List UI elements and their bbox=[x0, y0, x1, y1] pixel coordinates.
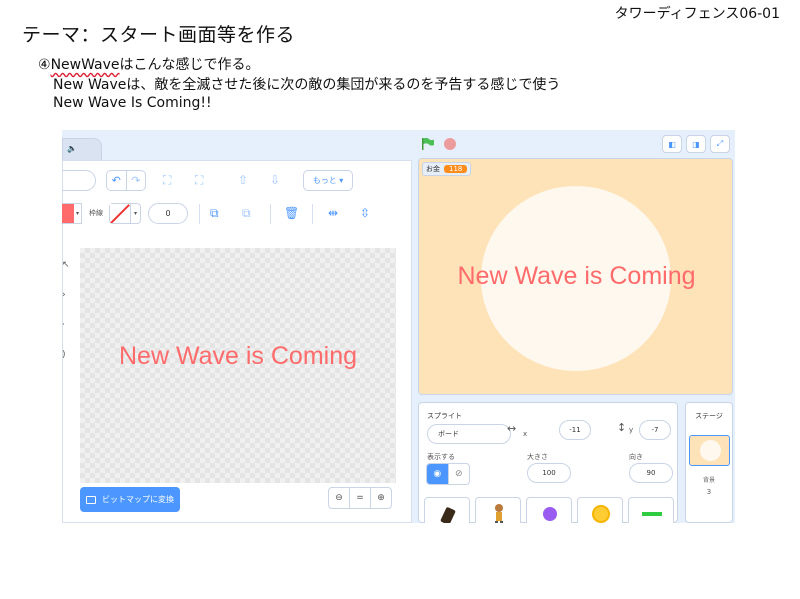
sprite-name-input[interactable]: ボード bbox=[427, 424, 511, 444]
example-line: New Wave Is Coming!! bbox=[53, 95, 212, 111]
reshape-tool-icon[interactable]: ↖ bbox=[62, 260, 72, 290]
outline-color-picker[interactable]: ▾ bbox=[109, 203, 141, 224]
page-title: テーマ：スタート画面等を作る bbox=[22, 24, 296, 46]
sprite-label: スプライト bbox=[427, 412, 462, 420]
fill-color-picker[interactable]: ▾ bbox=[62, 203, 82, 224]
sun-icon bbox=[592, 505, 610, 523]
size-input[interactable]: 100 bbox=[527, 463, 571, 483]
sprite-thumb[interactable] bbox=[424, 497, 470, 523]
direction-label: 向き bbox=[629, 453, 643, 461]
tool-palette: ↖ › · ) bbox=[62, 260, 72, 380]
undo-icon[interactable]: ↶ bbox=[107, 171, 126, 190]
stage-selector-panel[interactable]: ステージ 背景 3 bbox=[685, 402, 733, 523]
sprite-thumb[interactable] bbox=[577, 497, 623, 523]
editor-tabstrip: 🔈 bbox=[62, 130, 412, 160]
stage-view-controls: ◧ ◨ ⤢ bbox=[662, 135, 730, 153]
zoom-in-icon[interactable]: ⊕ bbox=[370, 488, 391, 508]
sprite-thumb[interactable] bbox=[628, 497, 674, 523]
cannon-icon bbox=[440, 507, 456, 523]
costume-name-input[interactable] bbox=[62, 170, 96, 191]
paint-canvas[interactable]: New Wave is Coming bbox=[80, 248, 396, 483]
show-label: 表示する bbox=[427, 453, 455, 461]
stage-text: New Wave is Coming bbox=[457, 262, 696, 290]
x-input[interactable]: -11 bbox=[559, 420, 591, 440]
visibility-toggle: ◉ ⊘ bbox=[426, 463, 470, 485]
scratch-screenshot: 🔈 ↶ ↷ ⛶ ⛶ ⇧ ⇩ もっと ▾ ▾ 枠線 ▾ 0 ⧉ ⧉ 🗑 ⇹ ⇳ ↖… bbox=[62, 130, 735, 523]
bitmap-button-label: ビットマップに変換 bbox=[102, 495, 174, 504]
eye-icon[interactable]: ◉ bbox=[427, 464, 448, 484]
backdrop-label: 背景 bbox=[702, 477, 715, 484]
variable-name: お金 bbox=[426, 165, 440, 173]
more-button[interactable]: もっと ▾ bbox=[303, 170, 353, 191]
green-bar-icon bbox=[642, 512, 662, 516]
step-line: ④NewWaveはこんな感じで作る。 bbox=[38, 54, 260, 74]
step-text: はこんな感じで作る。 bbox=[119, 57, 260, 73]
zoom-controls: ⊖ = ⊕ bbox=[328, 487, 392, 509]
flip-vertical-icon[interactable]: ⇳ bbox=[360, 206, 370, 220]
sprite-list bbox=[424, 497, 679, 523]
stop-icon[interactable] bbox=[444, 138, 456, 150]
delete-icon[interactable]: 🗑 bbox=[284, 206, 299, 220]
fullscreen-icon[interactable]: ⤢ bbox=[710, 135, 730, 153]
description-line: New Waveは、敵を全滅させた後に次の敵の集団が来るのを予告する感じで使う bbox=[53, 77, 561, 93]
direction-input[interactable]: 90 bbox=[629, 463, 673, 483]
green-flag-icon[interactable] bbox=[421, 137, 435, 151]
y-label: y bbox=[629, 426, 634, 434]
canvas-text: New Wave is Coming bbox=[118, 342, 358, 370]
ungroup-icon[interactable]: ⛶ bbox=[195, 173, 203, 188]
zoom-out-icon[interactable]: ⊖ bbox=[329, 488, 349, 508]
stage[interactable]: お金 118 New Wave is Coming bbox=[418, 158, 733, 395]
redo-icon[interactable]: ↷ bbox=[125, 171, 146, 190]
outline-width-input[interactable]: 0 bbox=[148, 203, 188, 224]
paste-icon[interactable]: ⧉ bbox=[242, 206, 251, 221]
undo-redo-group: ↶ ↷ bbox=[106, 170, 146, 191]
chevron-down-icon: ▾ bbox=[130, 204, 140, 223]
zoom-reset-icon[interactable]: = bbox=[349, 488, 370, 508]
backward-icon[interactable]: ⇩ bbox=[270, 173, 280, 187]
step-keyword: NewWave bbox=[50, 57, 120, 73]
variable-value: 118 bbox=[444, 165, 468, 173]
more-label: もっと bbox=[312, 176, 337, 185]
group-icon[interactable]: ⛶ bbox=[163, 173, 171, 188]
x-arrows-icon: ↔ bbox=[507, 422, 517, 435]
tab-sounds[interactable]: 🔈 bbox=[62, 138, 102, 160]
normal-stage-icon[interactable]: ◨ bbox=[686, 135, 706, 153]
circle-tool-icon[interactable]: ) bbox=[62, 350, 72, 380]
image-icon bbox=[86, 495, 96, 504]
eye-hidden-icon[interactable]: ⊘ bbox=[447, 464, 470, 484]
x-label: x bbox=[523, 430, 528, 438]
convert-to-bitmap-button[interactable]: ビットマップに変換 bbox=[80, 487, 180, 512]
sprite-thumb[interactable] bbox=[475, 497, 521, 523]
stage-panel-title: ステージ bbox=[695, 412, 723, 420]
fill-tool-icon[interactable]: · bbox=[62, 320, 72, 350]
document-id: タワーディフェンス06-01 bbox=[614, 6, 780, 22]
brush-tool-icon[interactable]: › bbox=[62, 290, 72, 320]
chevron-down-icon: ▾ bbox=[75, 210, 79, 217]
outline-label: 枠線 bbox=[89, 209, 103, 217]
small-stage-icon[interactable]: ◧ bbox=[662, 135, 682, 153]
paint-toolbar-style: ▾ 枠線 ▾ 0 ⧉ ⧉ 🗑 ⇹ ⇳ bbox=[62, 202, 402, 226]
paint-toolbar-top: ↶ ↷ ⛶ ⛶ ⇧ ⇩ もっと ▾ bbox=[62, 170, 402, 192]
speaker-icon: 🔈 bbox=[67, 144, 77, 153]
variable-monitor: お金 118 bbox=[422, 162, 472, 176]
size-label: 大きさ bbox=[527, 453, 548, 461]
flip-horizontal-icon[interactable]: ⇹ bbox=[328, 206, 338, 220]
stage-thumbnail[interactable] bbox=[689, 435, 730, 466]
y-arrows-icon: ↕ bbox=[617, 421, 627, 434]
forward-icon[interactable]: ⇧ bbox=[238, 173, 248, 187]
character-icon bbox=[495, 504, 503, 523]
step-number: ④ bbox=[38, 57, 51, 73]
backdrop-count: 3 bbox=[706, 488, 712, 496]
copy-icon[interactable]: ⧉ bbox=[210, 206, 219, 221]
y-input[interactable]: -7 bbox=[639, 420, 671, 440]
purple-ball-icon bbox=[543, 507, 557, 521]
sprite-thumb[interactable] bbox=[526, 497, 572, 523]
